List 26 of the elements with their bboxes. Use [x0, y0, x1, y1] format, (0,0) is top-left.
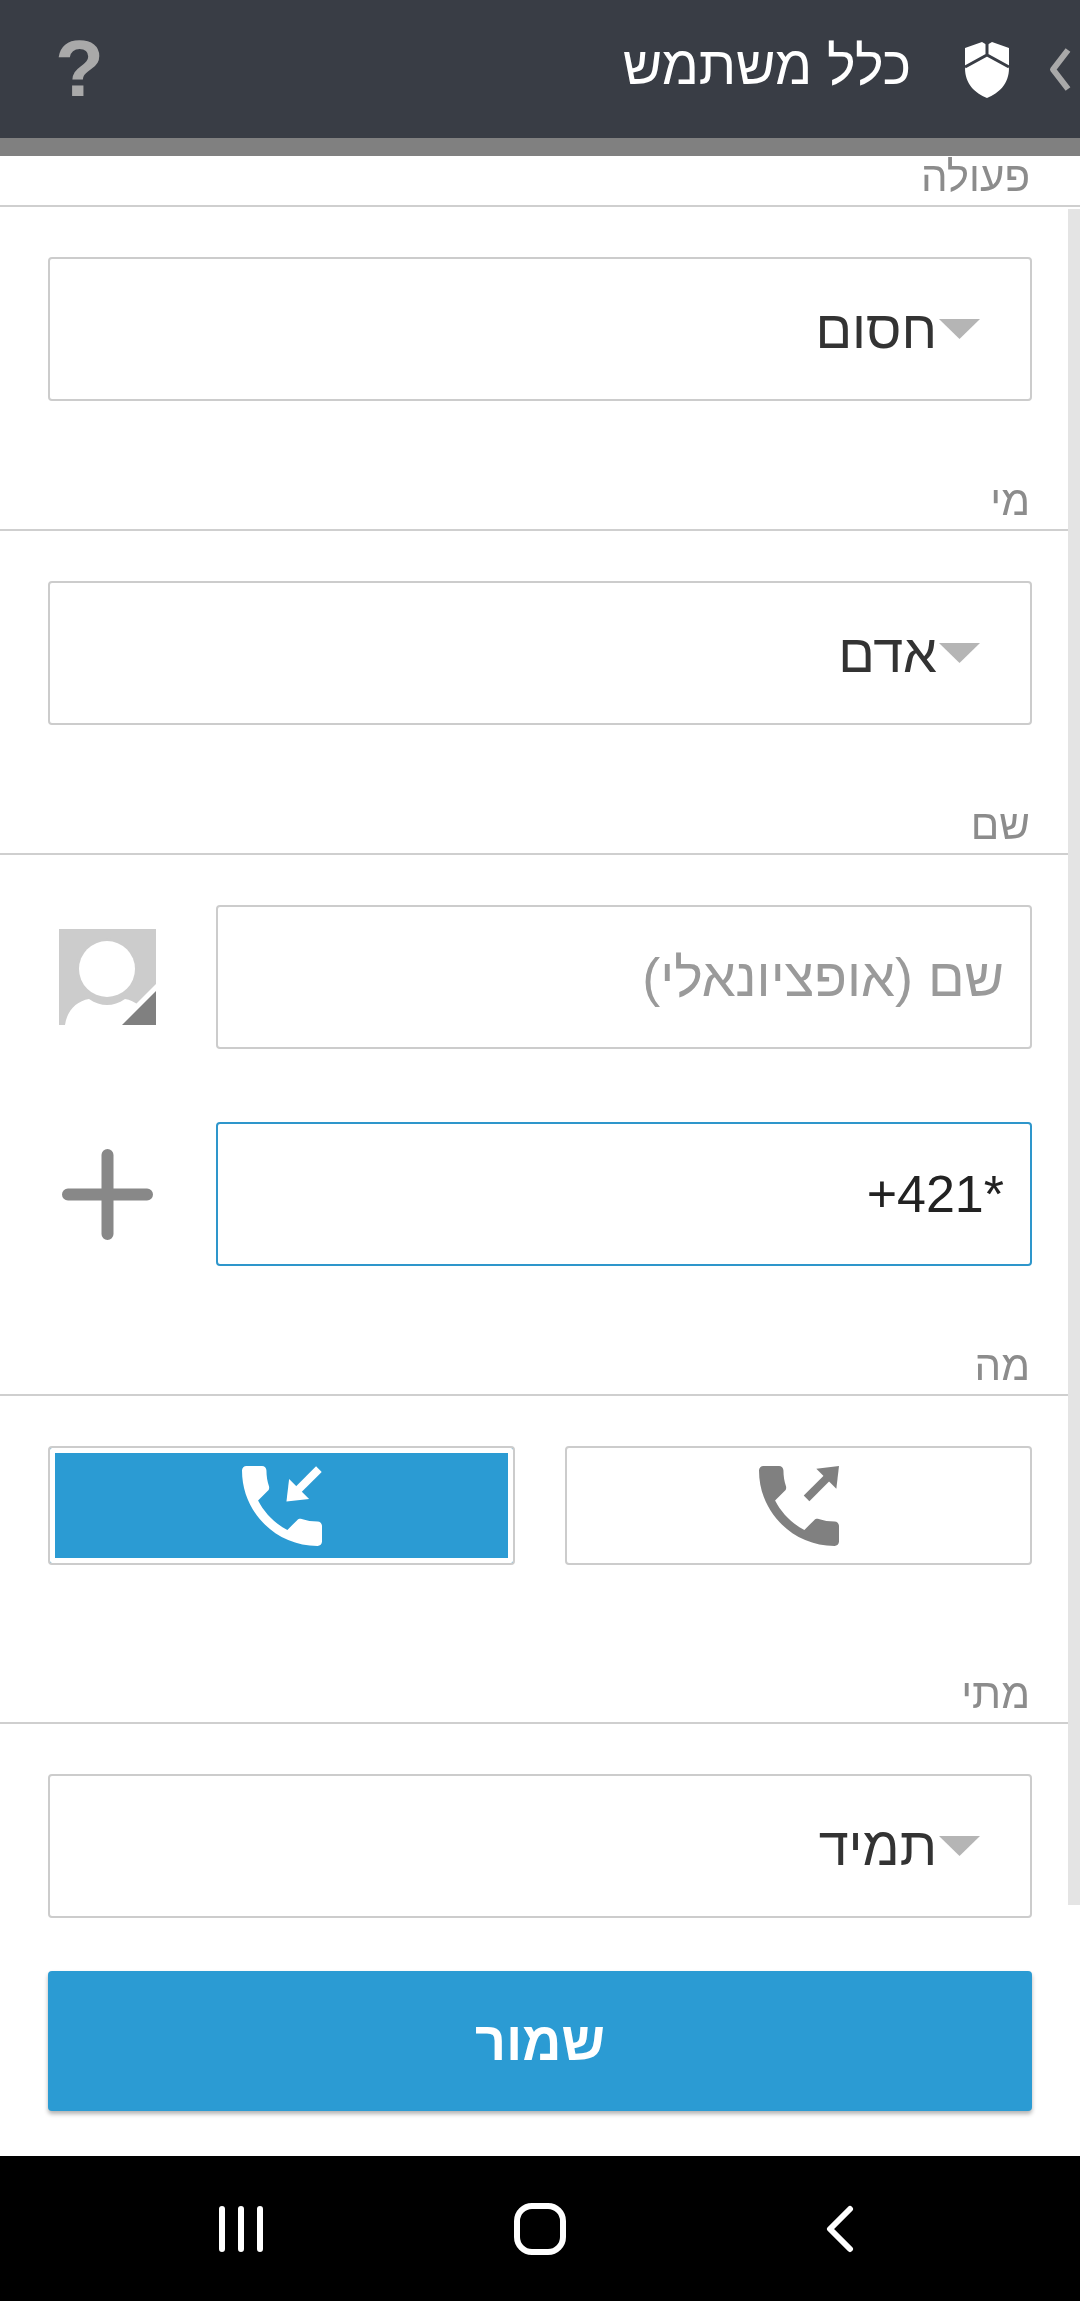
caret-icon: [939, 643, 980, 663]
screen-title: כלל משתמש: [622, 33, 911, 97]
call-type-button[interactable]: [565, 1446, 1032, 1565]
plus-icon[interactable]: [62, 1148, 153, 1240]
section-label: מי: [990, 480, 1030, 522]
outgoing-call-icon: [758, 1465, 839, 1546]
section-label: מה: [974, 1345, 1030, 1387]
who-dropdown[interactable]: אדם: [48, 581, 1032, 725]
incoming-call-icon: [241, 1465, 322, 1546]
shield-icon: [963, 39, 1011, 99]
when-dropdown[interactable]: תמיד: [48, 1774, 1032, 1918]
call-type-button[interactable]: [48, 1446, 515, 1565]
caret-icon: [939, 319, 980, 339]
recent-apps-icon[interactable]: [217, 2204, 264, 2253]
section-label: פעולה: [921, 156, 1030, 198]
section-label: שם: [970, 804, 1030, 846]
phone-number-field[interactable]: +421*: [216, 1122, 1032, 1266]
section-label: מתי: [961, 1673, 1030, 1715]
help-button[interactable]: ?: [55, 29, 104, 109]
name-field[interactable]: שם (אופציונאלי): [216, 905, 1032, 1049]
back-icon[interactable]: [824, 2204, 854, 2253]
contact-avatar-icon[interactable]: [59, 929, 156, 1025]
caret-icon: [939, 1836, 980, 1856]
chevron-icon[interactable]: [1048, 46, 1071, 92]
action-dropdown[interactable]: חסום: [48, 257, 1032, 401]
home-icon[interactable]: [514, 2202, 566, 2255]
